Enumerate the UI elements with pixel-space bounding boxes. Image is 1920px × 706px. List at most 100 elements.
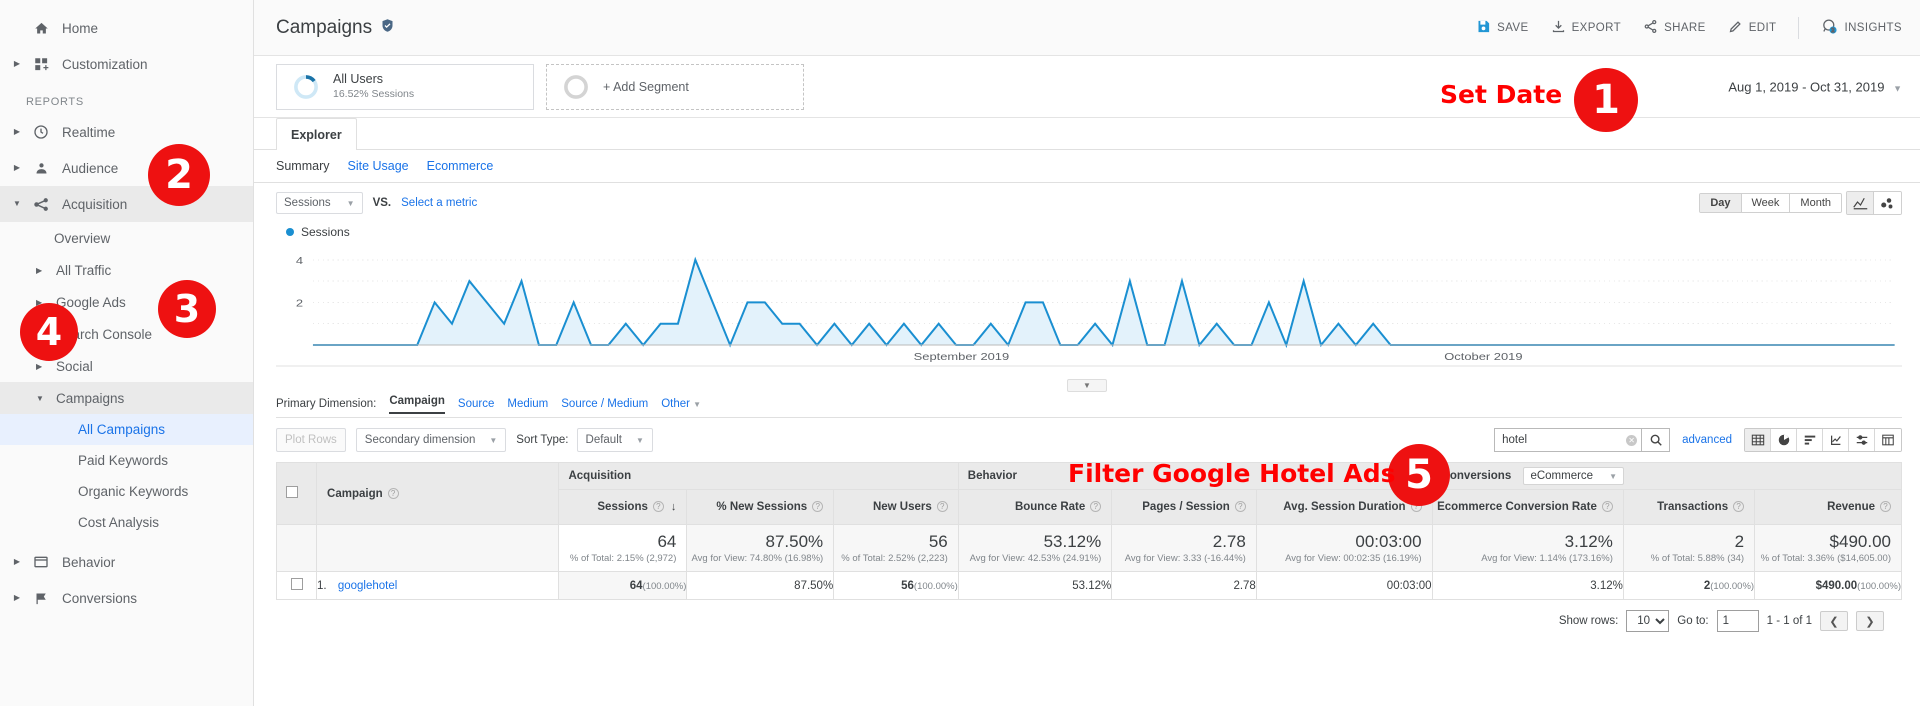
help-icon[interactable]: ?	[1234, 501, 1246, 512]
cell-value: 56	[901, 579, 914, 592]
sidebar-item-all-traffic[interactable]: ▶ All Traffic	[0, 254, 253, 286]
export-button[interactable]: EXPORT	[1551, 19, 1621, 37]
sidebar-item-label: All Campaigns	[78, 422, 166, 437]
previous-page-button[interactable]: ❮	[1820, 611, 1848, 631]
search-group: ✕ advanced	[1494, 428, 1902, 452]
cell-value: 3.12%	[1590, 579, 1623, 592]
sidebar-item-acquisition[interactable]: ▼ Acquisition	[0, 186, 253, 222]
chevron-right-icon[interactable]: ▶	[8, 558, 26, 566]
primary-dimension-campaign[interactable]: Campaign	[389, 395, 445, 414]
bar-view-icon[interactable]	[1797, 429, 1823, 451]
column-header-sessions[interactable]: Sessions? ↓	[558, 489, 688, 525]
search-box[interactable]: ✕	[1494, 428, 1643, 452]
sidebar-item-home[interactable]: Home	[0, 10, 253, 46]
sidebar-item-paid-keywords[interactable]: Paid Keywords	[0, 445, 253, 476]
sidebar-item-campaigns[interactable]: ▼ Campaigns	[0, 382, 253, 414]
pivot-view-icon[interactable]	[1875, 429, 1901, 451]
chevron-right-icon[interactable]: ▶	[8, 164, 26, 172]
help-icon[interactable]: ?	[1733, 501, 1745, 512]
cell-pct: (100.00%)	[1857, 580, 1901, 592]
granularity-day[interactable]: Day	[1700, 194, 1742, 212]
column-header-new-users[interactable]: New Users?	[833, 489, 959, 525]
primary-dimension-other[interactable]: Other ▼	[661, 398, 701, 410]
select-all-checkbox[interactable]	[286, 486, 298, 498]
goto-page-input[interactable]	[1716, 610, 1759, 632]
pie-view-icon[interactable]	[1771, 429, 1797, 451]
chevron-right-icon[interactable]: ▶	[8, 60, 26, 68]
help-icon[interactable]: ?	[812, 501, 824, 512]
sort-type-button[interactable]: Default ▼	[576, 428, 653, 452]
chevron-right-icon[interactable]: ▶	[36, 266, 45, 275]
granularity-week[interactable]: Week	[1741, 194, 1791, 212]
column-header-revenue[interactable]: Revenue?	[1754, 489, 1902, 525]
segment-all-users[interactable]: All Users 16.52% Sessions	[276, 63, 534, 110]
chevron-right-icon[interactable]: ▶	[36, 362, 45, 371]
performance-view-icon[interactable]	[1823, 429, 1849, 451]
line-chart-icon[interactable]	[1847, 192, 1874, 214]
tab-summary[interactable]: Summary	[276, 159, 329, 173]
conversions-type-dropdown[interactable]: eCommerce ▼	[1523, 467, 1624, 485]
chart-svg[interactable]: 2 4 September 2019 October 2019	[276, 243, 1902, 367]
next-page-button[interactable]: ❯	[1856, 611, 1884, 631]
dimension-header[interactable]: Campaign?	[316, 462, 560, 525]
rows-per-page-select[interactable]: 10	[1626, 610, 1670, 632]
chevron-right-icon[interactable]: ▶	[8, 594, 26, 602]
search-input[interactable]	[1502, 434, 1627, 446]
chart-collapse-button[interactable]: ▼	[1067, 379, 1107, 392]
sidebar-item-realtime[interactable]: ▶ Realtime	[0, 114, 253, 150]
sidebar-item-organic-keywords[interactable]: Organic Keywords	[0, 476, 253, 507]
column-header-ecommerce-conversion-rate[interactable]: Ecommerce Conversion Rate?	[1431, 489, 1624, 525]
summary-cell-sessions: 64 % of Total: 2.15% (2,972)	[558, 524, 688, 572]
comparison-view-icon[interactable]	[1849, 429, 1875, 451]
help-icon[interactable]: ?	[1880, 501, 1891, 512]
sidebar-item-behavior[interactable]: ▶ Behavior	[0, 544, 253, 580]
column-header-transactions[interactable]: Transactions?	[1622, 489, 1756, 525]
secondary-dimension-button[interactable]: Secondary dimension ▼	[355, 428, 507, 452]
tab-site-usage[interactable]: Site Usage	[347, 159, 408, 173]
sidebar-item-customization[interactable]: ▶ Customization	[0, 46, 253, 82]
row-checkbox-cell[interactable]	[275, 571, 318, 600]
row-checkbox[interactable]	[290, 578, 303, 590]
help-icon[interactable]: ?	[652, 501, 664, 512]
chevron-down-icon[interactable]: ▼	[8, 200, 26, 208]
motion-chart-icon[interactable]	[1874, 192, 1901, 214]
edit-button[interactable]: EDIT	[1728, 19, 1777, 37]
plot-rows-button[interactable]: Plot Rows	[276, 428, 346, 452]
sidebar-item-overview[interactable]: Overview	[0, 222, 253, 254]
chevron-down-icon[interactable]: ▼	[36, 394, 45, 403]
share-button[interactable]: SHARE	[1643, 19, 1706, 37]
column-header-new-sessions[interactable]: % New Sessions?	[686, 489, 835, 525]
sidebar-item-cost-analysis[interactable]: Cost Analysis	[0, 507, 253, 538]
column-header-pages-session[interactable]: Pages / Session?	[1111, 489, 1257, 525]
search-button[interactable]	[1642, 428, 1671, 452]
summary-subtext: Avg for View: 00:02:35 (16.19%)	[1285, 552, 1422, 564]
date-range-selector[interactable]: Aug 1, 2019 - Oct 31, 2019 ▼	[1728, 79, 1902, 94]
table-view-icon[interactable]	[1745, 429, 1771, 451]
granularity-month[interactable]: Month	[1790, 194, 1841, 212]
sidebar-item-audience[interactable]: ▶ Audience	[0, 150, 253, 186]
tab-ecommerce[interactable]: Ecommerce	[427, 159, 494, 173]
help-icon[interactable]: ?	[387, 487, 399, 499]
chevron-right-icon[interactable]: ▶	[8, 128, 26, 136]
primary-dimension-source[interactable]: Source	[458, 398, 494, 410]
clear-search-icon[interactable]: ✕	[1626, 434, 1638, 446]
metric-selector[interactable]: Sessions ▼	[276, 192, 363, 214]
column-header-bounce-rate[interactable]: Bounce Rate?	[957, 489, 1113, 525]
empty-circle-icon	[563, 74, 589, 100]
help-icon[interactable]: ?	[1601, 501, 1613, 512]
group-header-conversions: Conversions eCommerce ▼	[1431, 462, 1903, 490]
insights-button[interactable]: 2 INSIGHTS	[1821, 18, 1902, 38]
sidebar-item-all-campaigns[interactable]: All Campaigns	[0, 414, 253, 445]
tab-explorer[interactable]: Explorer	[276, 118, 357, 150]
select-a-metric-link[interactable]: Select a metric	[401, 197, 477, 209]
campaign-link[interactable]: googlehotel	[338, 580, 397, 592]
primary-dimension-medium[interactable]: Medium	[507, 398, 548, 410]
advanced-filter-link[interactable]: advanced	[1682, 434, 1732, 446]
add-segment-button[interactable]: + Add Segment	[546, 63, 804, 110]
save-button[interactable]: SAVE	[1476, 19, 1528, 37]
help-icon[interactable]: ?	[1090, 501, 1102, 512]
table-row[interactable]: 1. googlehotel 64(100.00%) 87.50% 56(100…	[275, 571, 1902, 600]
primary-dimension-source-medium[interactable]: Source / Medium	[561, 398, 648, 410]
sidebar-item-conversions[interactable]: ▶ Conversions	[0, 580, 253, 616]
help-icon[interactable]: ?	[936, 501, 948, 512]
